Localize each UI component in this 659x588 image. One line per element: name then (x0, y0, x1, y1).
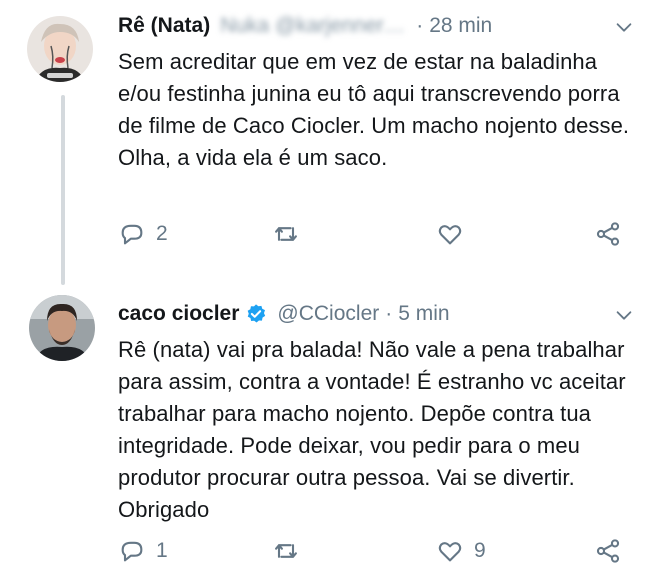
separator-dot: · (385, 302, 393, 325)
share-icon (596, 222, 620, 246)
share-button[interactable] (594, 220, 622, 248)
like-icon (438, 542, 462, 562)
tweet-header: Rê (Nata) Nuka @karjennerbai... · 28 min (118, 10, 639, 42)
chevron-down-icon[interactable] (613, 304, 635, 326)
retweet-button[interactable] (272, 537, 310, 565)
reply-count: 1 (156, 539, 168, 562)
like-button[interactable]: 9 (436, 537, 486, 565)
retweet-icon (275, 544, 297, 558)
share-button[interactable] (594, 537, 622, 565)
tweet-header: caco ciocler @CCiocler · 5 min (118, 298, 639, 330)
tweet[interactable]: Rê (Nata) Nuka @karjennerbai... · 28 min… (0, 0, 659, 280)
avatar[interactable] (27, 16, 93, 82)
tweet-text: Rê (nata) vai pra balada! Não vale a pen… (118, 337, 626, 522)
reply-icon (121, 541, 143, 562)
tweet-actions: 1 9 (118, 537, 638, 567)
chevron-down-icon[interactable] (613, 16, 635, 38)
display-name[interactable]: Rê (Nata) (118, 14, 210, 38)
separator-dot: · (416, 14, 424, 37)
avatar[interactable] (29, 295, 95, 361)
reply-count: 2 (156, 222, 168, 245)
timestamp[interactable]: 5 min (398, 302, 449, 326)
reply-button[interactable]: 2 (118, 220, 168, 248)
tweet-actions: 2 (118, 220, 638, 250)
handle[interactable]: @CCiocler (277, 302, 379, 326)
like-button[interactable] (436, 220, 474, 248)
share-icon (596, 539, 620, 563)
reply-icon (121, 224, 143, 245)
retweet-icon (275, 227, 297, 241)
handle[interactable]: Nuka @karjennerbai... (220, 14, 410, 38)
like-icon (438, 225, 462, 245)
like-count: 9 (474, 539, 486, 562)
display-name[interactable]: caco ciocler (118, 302, 239, 326)
tweet[interactable]: caco ciocler @CCiocler · 5 min Rê (nata)… (0, 285, 659, 588)
timestamp[interactable]: 28 min (429, 14, 492, 38)
verified-badge-icon (248, 304, 266, 323)
retweet-button[interactable] (272, 220, 310, 248)
tweet-text: Sem acreditar que em vez de estar na bal… (118, 49, 630, 170)
reply-button[interactable]: 1 (118, 537, 168, 565)
